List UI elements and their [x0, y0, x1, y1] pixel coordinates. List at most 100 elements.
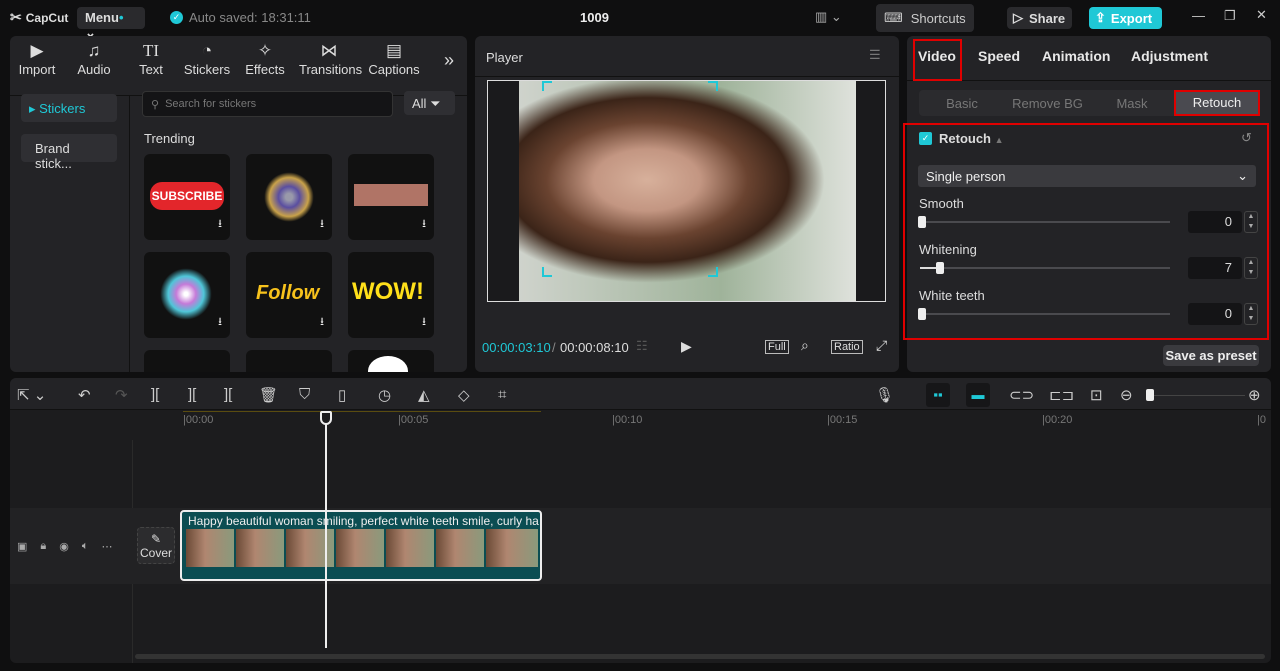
- playhead[interactable]: [325, 418, 327, 648]
- smooth-value-input[interactable]: 0: [1188, 211, 1242, 233]
- zoom-fit-icon[interactable]: ⌕: [801, 337, 809, 354]
- close-button[interactable]: ✕: [1256, 7, 1267, 23]
- fullscreen-icon[interactable]: ⤢: [876, 337, 887, 354]
- sticker-tile[interactable]: Follow ⭳: [246, 252, 332, 338]
- tab-adjustment[interactable]: Adjustment: [1131, 48, 1208, 64]
- sidebar-item-brand[interactable]: Brand stick...: [21, 134, 117, 171]
- sticker-search-input[interactable]: ⚲ Search for stickers: [142, 91, 393, 117]
- smooth-slider-handle[interactable]: [918, 216, 926, 228]
- sidebar-item-stickers[interactable]: ▸ Stickers: [21, 94, 117, 122]
- zoom-out-icon[interactable]: ⊖: [1120, 386, 1133, 404]
- freeze-icon[interactable]: ▯: [338, 386, 346, 404]
- split-icon[interactable]: ][: [151, 386, 159, 403]
- white-teeth-slider-handle[interactable]: [918, 308, 926, 320]
- whitening-slider[interactable]: [920, 267, 1170, 269]
- subtab-retouch[interactable]: Retouch: [1174, 90, 1260, 116]
- full-button[interactable]: Full: [765, 340, 789, 354]
- subtab-remove-bg[interactable]: Remove BG: [1005, 96, 1090, 111]
- auto-snap-toggle[interactable]: ▬: [966, 383, 990, 407]
- reset-icon[interactable]: ↺: [1241, 130, 1252, 146]
- smooth-stepper[interactable]: ▲ ▼: [1244, 211, 1258, 233]
- download-icon[interactable]: ⭳: [218, 215, 222, 234]
- more-icon[interactable]: ⋯: [101, 540, 112, 553]
- tab-stickers[interactable]: ◔ Stickers: [177, 40, 237, 77]
- undo-icon[interactable]: ↶: [78, 386, 91, 404]
- player-menu-icon[interactable]: ☰: [869, 47, 881, 63]
- volume-icon[interactable]: 🔈︎: [82, 540, 89, 553]
- sticker-tile[interactable]: SUBSCRIBE ⭳: [144, 154, 230, 240]
- export-button[interactable]: ⇪ Export: [1089, 7, 1162, 29]
- tab-transitions[interactable]: ⋈ Transitions: [299, 40, 362, 77]
- mirror-icon[interactable]: ◭: [418, 386, 430, 404]
- ratio-button[interactable]: Ratio: [831, 340, 863, 354]
- delete-icon[interactable]: 🗑: [259, 386, 278, 404]
- filter-button[interactable]: All ⏷: [404, 91, 455, 115]
- microphone-icon[interactable]: 🎙: [875, 386, 894, 404]
- play-button[interactable]: ▶: [681, 338, 692, 355]
- download-icon[interactable]: ⭳: [218, 313, 222, 332]
- sticker-tile[interactable]: ⭳: [144, 252, 230, 338]
- person-mode-select[interactable]: Single person ⌄: [918, 165, 1256, 187]
- zoom-fit-timeline-icon[interactable]: ⊡: [1090, 386, 1103, 404]
- timeline-grid-icon[interactable]: ☷: [636, 338, 648, 354]
- link-icon[interactable]: ⊂⊃: [1009, 386, 1034, 404]
- sticker-tile[interactable]: [348, 350, 434, 372]
- marker-icon[interactable]: ⛉: [299, 386, 310, 403]
- rotate-icon[interactable]: ◇: [458, 386, 470, 404]
- sticker-tile[interactable]: ⭳: [246, 154, 332, 240]
- zoom-slider[interactable]: [1150, 395, 1245, 396]
- retouch-section-title[interactable]: Retouch ▲: [939, 131, 1004, 146]
- white-teeth-value-input[interactable]: 0: [1188, 303, 1242, 325]
- whitening-value-input[interactable]: 7: [1188, 257, 1242, 279]
- tab-text[interactable]: TI Text: [121, 40, 181, 77]
- sticker-tile[interactable]: [144, 350, 230, 372]
- download-icon[interactable]: ⭳: [320, 215, 324, 234]
- tab-captions[interactable]: ▤ Captions: [364, 40, 424, 77]
- tab-video[interactable]: Video: [918, 48, 956, 64]
- preview-axis-icon[interactable]: ⊏⊐: [1049, 386, 1074, 404]
- shortcuts-button[interactable]: ⌨ Shortcuts: [876, 4, 974, 32]
- white-teeth-slider[interactable]: [920, 313, 1170, 315]
- tab-audio[interactable]: ♫ Audio: [64, 40, 124, 77]
- eye-icon[interactable]: ◉: [59, 540, 69, 553]
- video-preview[interactable]: [487, 80, 886, 302]
- subtab-mask[interactable]: Mask: [1100, 96, 1164, 111]
- crop-icon[interactable]: ⌗: [498, 386, 506, 403]
- whitening-stepper[interactable]: ▲ ▼: [1244, 257, 1258, 279]
- playhead-handle[interactable]: [320, 411, 332, 425]
- download-icon[interactable]: ⭳: [422, 215, 426, 234]
- zoom-in-icon[interactable]: ⊕: [1248, 386, 1261, 404]
- tab-effects[interactable]: ✧ Effects: [235, 40, 295, 77]
- sticker-tile[interactable]: ⭳: [348, 154, 434, 240]
- track-thumbnail-icon[interactable]: ▣: [17, 540, 27, 553]
- split-right-icon[interactable]: ][: [224, 386, 232, 403]
- split-left-icon[interactable]: ][: [188, 386, 196, 403]
- more-tabs-icon[interactable]: »: [444, 50, 454, 71]
- redo-icon[interactable]: ↷: [115, 386, 128, 404]
- tab-import[interactable]: ▶ Import: [10, 40, 67, 77]
- lock-icon[interactable]: 🔒︎: [40, 540, 46, 553]
- horizontal-scrollbar[interactable]: [135, 654, 1265, 659]
- tab-animation[interactable]: Animation: [1042, 48, 1110, 64]
- download-icon[interactable]: ⭳: [320, 313, 324, 332]
- sticker-tile[interactable]: [246, 350, 332, 372]
- select-tool-icon[interactable]: ⇱ ⌄: [17, 386, 46, 404]
- sticker-tile[interactable]: WOW! ⭳: [348, 252, 434, 338]
- restore-button[interactable]: ❐: [1224, 8, 1236, 24]
- speed-icon[interactable]: ◷: [378, 386, 391, 404]
- magnet-toggle[interactable]: ▪▪: [926, 383, 950, 407]
- minimize-button[interactable]: —: [1192, 8, 1205, 23]
- retouch-checkbox[interactable]: ✓: [919, 132, 932, 145]
- white-teeth-stepper[interactable]: ▲ ▼: [1244, 303, 1258, 325]
- download-icon[interactable]: ⭳: [422, 313, 426, 332]
- whitening-slider-handle[interactable]: [936, 262, 944, 274]
- layout-icon[interactable]: ▥ ⌄: [815, 9, 842, 25]
- tab-speed[interactable]: Speed: [978, 48, 1020, 64]
- menu-button[interactable]: Menu• ⌄: [77, 7, 145, 40]
- cover-button[interactable]: ✎ Cover: [137, 527, 175, 564]
- zoom-slider-handle[interactable]: [1146, 389, 1154, 401]
- share-button[interactable]: ▷ Share: [1007, 7, 1072, 29]
- save-preset-button[interactable]: Save as preset: [1163, 345, 1259, 366]
- smooth-slider[interactable]: [920, 221, 1170, 223]
- subtab-basic[interactable]: Basic: [930, 96, 994, 111]
